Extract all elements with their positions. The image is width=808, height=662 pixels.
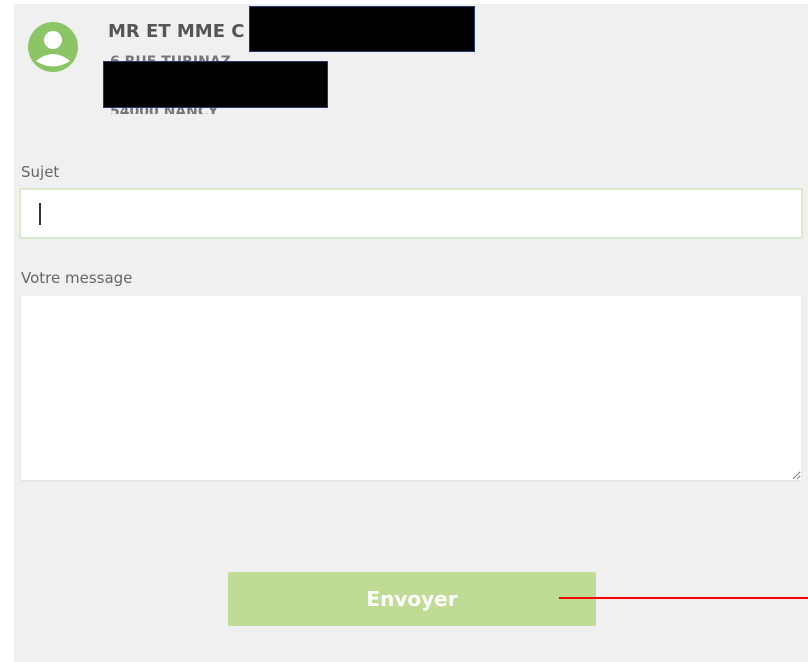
redaction-box [249, 6, 475, 52]
message-label: Votre message [21, 269, 133, 287]
redaction-box [103, 61, 328, 108]
subject-label: Sujet [21, 163, 60, 181]
text-cursor [39, 203, 41, 225]
subject-input[interactable] [19, 188, 803, 239]
send-button[interactable]: Envoyer [228, 572, 596, 626]
annotation-arrow-line [559, 597, 808, 599]
message-textarea[interactable] [21, 296, 801, 480]
recipient-name: MR ET MME C [108, 21, 245, 42]
user-avatar-icon [28, 22, 78, 72]
send-button-label: Envoyer [366, 587, 458, 611]
